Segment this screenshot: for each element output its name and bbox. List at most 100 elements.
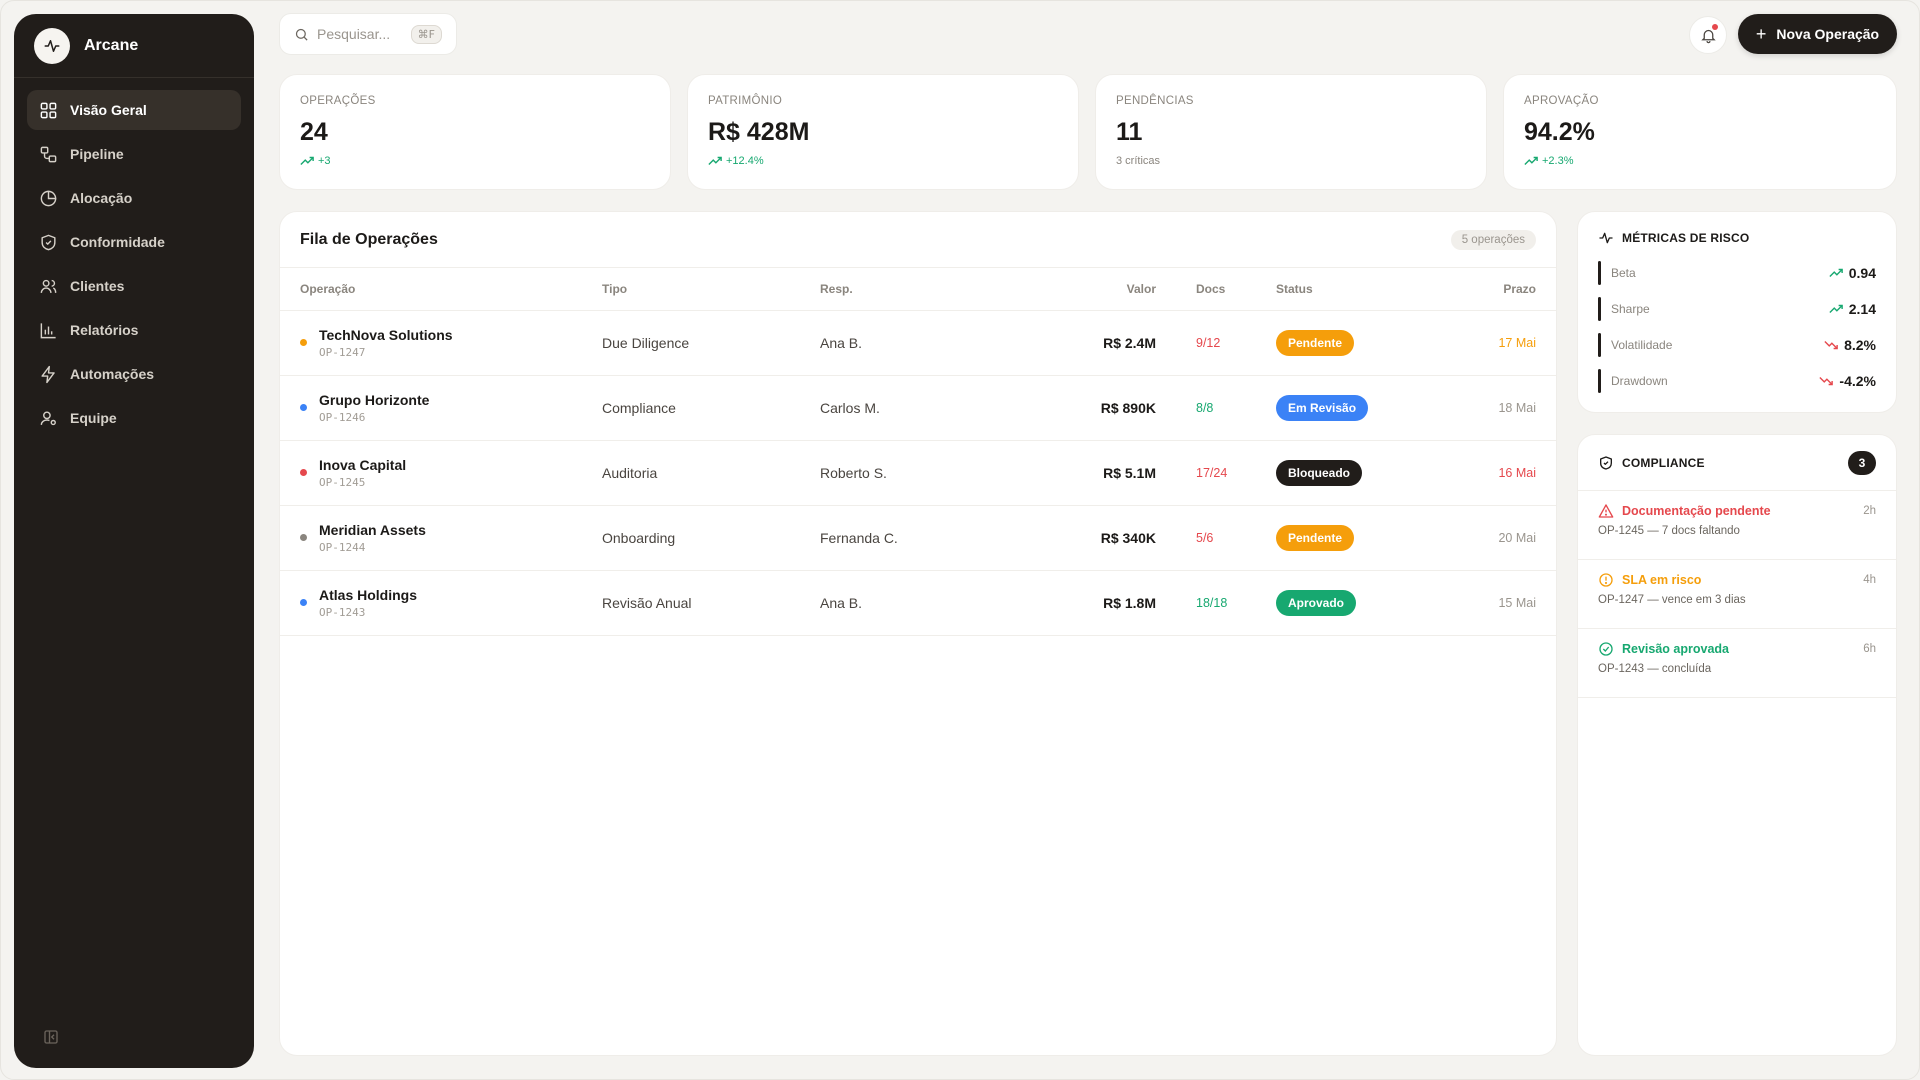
app-frame: Arcane Visão Geral Pipeline Alocação Con… [0,0,1920,1080]
cell-docs: 8/8 [1156,375,1276,441]
risk-metric-label: Volatilidade [1611,338,1673,352]
operation-name[interactable]: Inova Capital [319,457,406,473]
cell-status: Bloqueado [1276,440,1412,506]
trend-down-icon [1819,377,1834,386]
sidebar-item-relatorios[interactable]: Relatórios [27,310,241,350]
sidebar-item-label: Automações [70,366,155,382]
operation-name[interactable]: Atlas Holdings [319,587,417,603]
table-row[interactable]: Atlas Holdings OP-1243 Revisão Anual Ana B.… [280,570,1556,636]
queue-header: Fila de Operações 5 operações [280,212,1556,268]
table-row[interactable]: Meridian Assets OP-1244 Onboarding Fernanda… [280,505,1556,571]
trend-up-icon [708,156,722,165]
cell-operacao: TechNova Solutions OP-1247 [280,310,602,376]
operation-wrap: Meridian Assets OP-1244 [300,522,602,554]
column-header-valor[interactable]: Valor [1010,268,1156,311]
kpi-trend-value: +3 [318,155,331,167]
sidebar-item-visao-geral[interactable]: Visão Geral [27,90,241,130]
risk-indicator-bar [1598,297,1601,321]
column-header-docs[interactable]: Docs [1156,268,1276,311]
compliance-item[interactable]: SLA em risco 4h OP-1247 — vence em 3 dias [1578,560,1896,629]
operations-queue: Fila de Operações 5 operações Operação T… [279,211,1557,1056]
compliance-header: COMPLIANCE 3 [1578,435,1896,491]
cell-status: Pendente [1276,310,1412,376]
table-row[interactable]: Inova Capital OP-1245 Auditoria Roberto S. R… [280,440,1556,506]
operation-wrap: TechNova Solutions OP-1247 [300,327,602,359]
sidebar-item-equipe[interactable]: Equipe [27,398,241,438]
compliance-item[interactable]: Documentação pendente 2h OP-1245 — 7 docs … [1578,491,1896,560]
sidebar-item-alocacao[interactable]: Alocação [27,178,241,218]
check-circle-icon [1599,642,1613,656]
shield-icon [1600,455,1612,470]
cell-prazo: 18 Mai [1412,375,1556,441]
new-operation-button[interactable]: + Nova Operação [1738,14,1897,54]
cell-operacao: Atlas Holdings OP-1243 [280,570,602,636]
column-header-status[interactable]: Status [1276,268,1412,311]
cell-tipo: Revisão Anual [602,570,820,636]
cell-status: Aprovado [1276,570,1412,636]
sidebar-item-automacoes[interactable]: Automações [27,354,241,394]
kpi-trend: +12.4% [708,155,1058,167]
operation-name[interactable]: Meridian Assets [319,522,426,538]
compliance-panel: COMPLIANCE 3 Documentação pendente 2h OP-1… [1577,434,1897,1056]
operation-id: OP-1244 [319,540,366,554]
operation-name[interactable]: TechNova Solutions [319,327,453,343]
trend-up-icon [1524,156,1538,165]
risk-metric-value: 2.14 [1848,301,1876,317]
compliance-item-desc: OP-1245 — 7 docs faltando [1598,525,1740,537]
sidebar-item-label: Pipeline [70,146,124,162]
search-box[interactable]: ⌘F [279,13,457,55]
activity-icon [1599,232,1613,244]
kpi-card-patrimonio: PATRIMÔNIO R$ 428M +12.4% [687,74,1079,190]
compliance-item[interactable]: Revisão aprovada 6h OP-1243 — concluída [1578,629,1896,698]
cell-prazo: 16 Mai [1412,440,1556,506]
operation-info: Meridian Assets OP-1244 [319,522,426,554]
operation-info: Grupo Horizonte OP-1246 [319,392,429,424]
risk-metric-label: Beta [1611,266,1636,280]
sidebar-item-clientes[interactable]: Clientes [27,266,241,306]
status-badge: Pendente [1276,524,1355,551]
cell-docs: 18/18 [1156,570,1276,636]
status-dot [300,469,307,476]
compliance-title: COMPLIANCE [1622,455,1705,470]
table-header-row: Operação Tipo Resp. Valor Docs Status Pr… [280,268,1556,311]
brand[interactable]: Arcane [14,14,254,78]
column-header-tipo[interactable]: Tipo [602,268,820,311]
cell-docs: 17/24 [1156,440,1276,506]
cell-valor: R$ 2.4M [1010,310,1156,376]
bar-chart-icon [40,322,56,338]
sidebar-item-conformidade[interactable]: Conformidade [27,222,241,262]
sidebar-item-pipeline[interactable]: Pipeline [27,134,241,174]
notifications-button[interactable] [1689,16,1727,54]
kpi-label: APROVAÇÃO [1524,95,1599,107]
sidebar-item-label: Relatórios [70,322,139,338]
plus-icon: + [1755,24,1767,44]
sidebar-collapse-icon[interactable] [42,1028,60,1046]
column-header-operacao[interactable]: Operação [280,268,602,311]
kpi-value: R$ 428M [708,118,810,146]
risk-metrics-panel: MÉTRICAS DE RISCO Beta 0.94 Sharpe 2.14 Vola… [1577,211,1897,413]
operations-table: Operação Tipo Resp. Valor Docs Status Pr… [280,268,1556,636]
column-header-prazo[interactable]: Prazo [1412,268,1556,311]
cell-prazo: 15 Mai [1412,570,1556,636]
risk-metric-row: Sharpe 2.14 [1598,296,1876,322]
zap-icon [41,365,55,383]
operation-id: OP-1243 [319,605,366,619]
operation-info: Inova Capital OP-1245 [319,457,406,489]
risk-metric-value: 8.2% [1844,337,1876,353]
column-header-resp[interactable]: Resp. [820,268,1010,311]
compliance-item-time: 6h [1863,643,1876,655]
kpi-trend: +2.3% [1524,155,1876,167]
risk-metric-row: Drawdown -4.2% [1598,368,1876,394]
activity-icon [34,27,70,64]
risk-metric-row: Beta 0.94 [1598,260,1876,286]
compliance-item-time: 4h [1863,574,1876,586]
operation-name[interactable]: Grupo Horizonte [319,392,429,408]
operation-wrap: Inova Capital OP-1245 [300,457,602,489]
table-row[interactable]: TechNova Solutions OP-1247 Due Diligence An… [280,310,1556,376]
search-shortcut: ⌘F [410,24,442,44]
kpi-card-operacoes: OPERAÇÕES 24 +3 [279,74,671,190]
operation-wrap: Grupo Horizonte OP-1246 [300,392,602,424]
table-row[interactable]: Grupo Horizonte OP-1246 Compliance Carlos M… [280,375,1556,441]
search-input[interactable] [317,26,395,42]
operations-count-badge: 5 operações [1450,229,1536,250]
